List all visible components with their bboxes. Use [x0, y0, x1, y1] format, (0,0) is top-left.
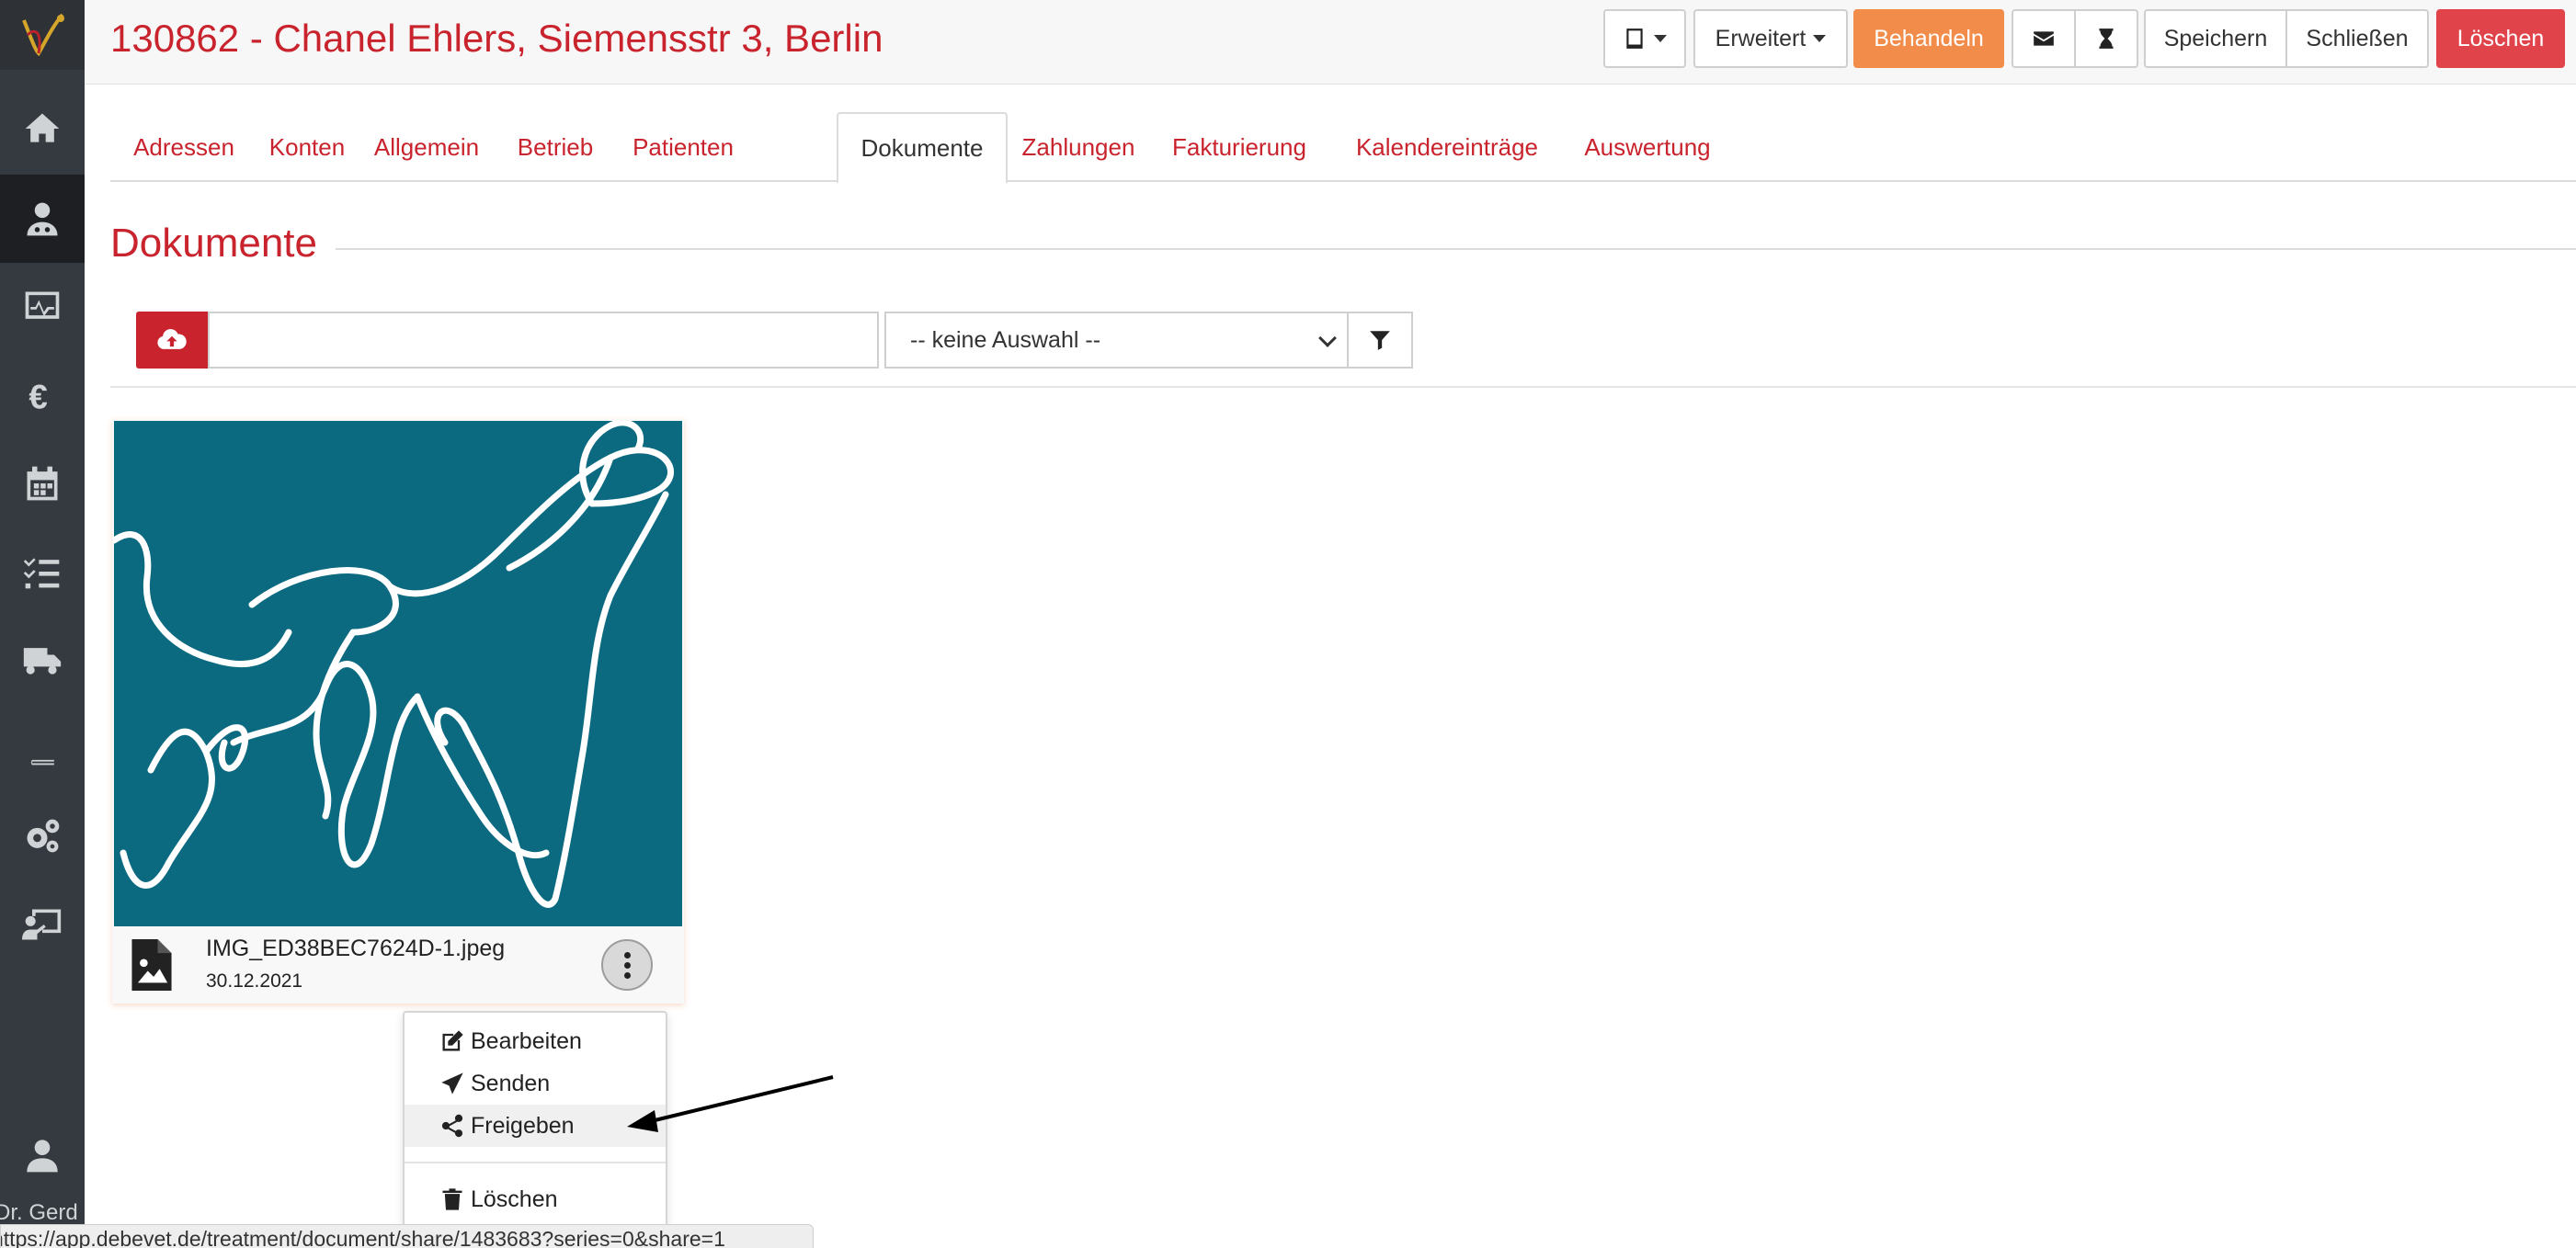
- file-input[interactable]: [208, 312, 879, 369]
- filter-icon: [1370, 331, 1390, 350]
- user-doctor-icon: [27, 202, 58, 236]
- section-title: Dokumente: [110, 221, 336, 267]
- sidebar: € Dr. Gerd: [0, 0, 85, 1248]
- kebab-dot: [623, 961, 631, 969]
- presentation-icon: [22, 909, 62, 940]
- device-dropdown-button[interactable]: [1603, 9, 1686, 68]
- monitor-pulse-icon: [25, 291, 60, 319]
- document-menu-button[interactable]: [601, 939, 653, 991]
- behandeln-button[interactable]: Behandeln: [1853, 9, 2004, 68]
- menu-item-label: Freigeben: [471, 1112, 575, 1139]
- hourglass-icon: [2099, 28, 2114, 49]
- sidebar-item-clients[interactable]: [0, 175, 85, 263]
- document-card-footer: IMG_ED38BEC7624D-1.jpeg 30.12.2021: [112, 926, 684, 1004]
- app-logo-icon: [22, 13, 64, 57]
- toolbar-divider: [110, 386, 2576, 388]
- sidebar-user-name: Dr. Gerd: [0, 1200, 78, 1225]
- menu-item-label: Löschen: [471, 1186, 558, 1212]
- paper-plane-icon: [441, 1072, 463, 1095]
- document-file-name[interactable]: IMG_ED38BEC7624D-1.jpeg: [206, 936, 505, 962]
- image-file-icon: [131, 939, 172, 991]
- tab-dokumente[interactable]: Dokumente: [837, 112, 1008, 184]
- tab-kalendereintraege[interactable]: Kalendereinträge: [1329, 112, 1565, 182]
- gears-icon: [27, 819, 60, 853]
- status-url: https://app.debevet.de/treatment/documen…: [0, 1227, 725, 1248]
- menu-item-label: Bearbeiten: [471, 1027, 582, 1054]
- sidebar-item-tasks[interactable]: [0, 528, 85, 616]
- timer-button[interactable]: [2074, 9, 2138, 68]
- erweitert-label: Erweitert: [1715, 25, 1807, 51]
- schliessen-button[interactable]: Schließen: [2285, 9, 2429, 68]
- user-icon: [27, 1140, 58, 1173]
- document-card[interactable]: IMG_ED38BEC7624D-1.jpeg 30.12.2021: [112, 419, 684, 1004]
- chevron-down-icon: [1654, 35, 1667, 42]
- tab-bar: Adressen Konten Allgemein Betrieb Patien…: [110, 112, 2576, 184]
- tab-konten[interactable]: Konten: [257, 112, 357, 182]
- sidebar-user[interactable]: [0, 1123, 85, 1187]
- trash-icon: [442, 1188, 462, 1210]
- document-context-menu: Bearbeiten Senden Freigeben Löschen: [403, 1011, 667, 1248]
- chevron-down-icon: [1813, 35, 1827, 42]
- speichern-button[interactable]: Speichern: [2144, 9, 2287, 68]
- tablet-icon: [1626, 28, 1643, 49]
- menu-item-freigeben[interactable]: Freigeben: [405, 1105, 666, 1147]
- menu-divider: [405, 1162, 666, 1163]
- sidebar-item-presentation[interactable]: [0, 880, 85, 969]
- filter-button[interactable]: [1349, 312, 1413, 369]
- category-select[interactable]: -- keine Auswahl --: [884, 312, 1349, 369]
- sidebar-item-book[interactable]: [0, 704, 85, 792]
- checklist-icon: [23, 558, 60, 589]
- sidebar-item-home[interactable]: [0, 85, 85, 173]
- share-icon: [441, 1114, 463, 1138]
- menu-item-label: Senden: [471, 1070, 551, 1096]
- euro-icon: €: [28, 379, 47, 415]
- kebab-dot: [623, 971, 631, 979]
- document-thumbnail[interactable]: [114, 421, 682, 926]
- envelope-icon: [2034, 31, 2054, 46]
- tab-fakturierung[interactable]: Fakturierung: [1149, 112, 1329, 182]
- edit-icon: [442, 1030, 463, 1051]
- menu-item-bearbeiten[interactable]: Bearbeiten: [405, 1020, 666, 1062]
- section-divider: [331, 248, 2576, 250]
- tab-allgemein[interactable]: Allgemein: [357, 112, 496, 182]
- book-icon: [28, 732, 54, 766]
- tab-patienten[interactable]: Patienten: [614, 112, 752, 182]
- tab-zahlungen[interactable]: Zahlungen: [1008, 112, 1149, 182]
- cloud-upload-icon: [157, 329, 187, 349]
- dog-line-art-image: [114, 421, 674, 908]
- chevron-down-icon: [1318, 329, 1337, 347]
- document-date: 30.12.2021: [206, 970, 303, 992]
- sidebar-item-monitor[interactable]: [0, 263, 85, 351]
- erweitert-dropdown-button[interactable]: Erweitert: [1693, 9, 1848, 68]
- sidebar-item-finance[interactable]: €: [0, 351, 85, 439]
- home-icon: [25, 113, 60, 142]
- status-bar-url: https://app.debevet.de/treatment/documen…: [0, 1224, 814, 1248]
- tab-betrieb[interactable]: Betrieb: [496, 112, 614, 182]
- mail-button[interactable]: [2012, 9, 2076, 68]
- page-title: 130862 - Chanel Ehlers, Siemensstr 3, Be…: [110, 17, 883, 60]
- sidebar-item-delivery[interactable]: [0, 616, 85, 704]
- calendar-icon: [27, 466, 58, 501]
- menu-item-loeschen[interactable]: Löschen: [405, 1178, 666, 1220]
- logo[interactable]: [0, 0, 85, 70]
- kebab-dot: [623, 951, 631, 959]
- tab-auswertung[interactable]: Auswertung: [1565, 112, 1730, 182]
- header: 130862 - Chanel Ehlers, Siemensstr 3, Be…: [85, 0, 2576, 85]
- upload-button[interactable]: [136, 312, 208, 369]
- sidebar-item-settings[interactable]: [0, 792, 85, 880]
- tab-adressen[interactable]: Adressen: [110, 112, 257, 182]
- truck-icon: [23, 648, 62, 675]
- sidebar-item-calendar[interactable]: [0, 439, 85, 528]
- delete-button[interactable]: Löschen: [2436, 9, 2565, 68]
- category-select-value: -- keine Auswahl --: [910, 326, 1101, 353]
- menu-item-senden[interactable]: Senden: [405, 1062, 666, 1105]
- svg-text:€: €: [28, 379, 47, 415]
